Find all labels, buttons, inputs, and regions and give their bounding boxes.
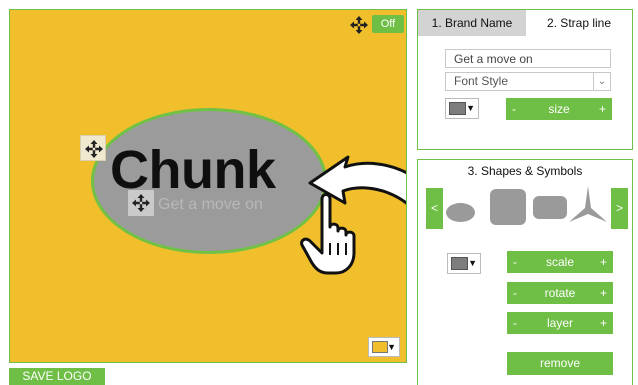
tab-brand-name[interactable]: 1. Brand Name (418, 10, 526, 36)
rotate-label: rotate (544, 286, 576, 300)
tab-strap-line[interactable]: 2. Strap line (526, 10, 632, 36)
move-arrows-icon (132, 194, 150, 212)
logo-canvas[interactable]: Off Chunk Get a move on ▼ (9, 9, 407, 363)
shapes-prev-button[interactable]: < (426, 188, 443, 229)
background-color-swatch (372, 341, 388, 353)
size-label: size (548, 102, 570, 116)
scale-increase-button[interactable]: + (600, 251, 607, 273)
size-decrease-button[interactable]: - (512, 98, 516, 120)
remove-shape-button[interactable]: remove (507, 352, 613, 375)
shape-option-three-point-star[interactable] (569, 186, 607, 226)
layer-increase-button[interactable]: + (600, 312, 607, 334)
caret-down-icon: ▼ (466, 103, 475, 113)
text-settings-panel: 1. Brand Name 2. Strap line Font Style ⌄… (417, 9, 633, 150)
shapes-panel-title: 3. Shapes & Symbols (467, 164, 583, 178)
move-arrows-icon (85, 140, 103, 158)
caret-down-icon: ▼ (468, 258, 477, 268)
logo-move-handle[interactable] (80, 135, 106, 161)
move-arrows-icon[interactable] (350, 16, 368, 34)
strap-line-input[interactable] (445, 49, 611, 68)
font-style-value: Font Style (454, 74, 509, 88)
layer-stepper: - layer + (507, 312, 613, 334)
hand-pointer-icon (300, 193, 356, 275)
shapes-symbols-panel: 3. Shapes & Symbols < > ▼ - scale + - ro… (417, 159, 633, 385)
chevron-down-icon: ⌄ (593, 73, 610, 90)
shape-toggle-off[interactable]: Off (372, 15, 404, 33)
size-stepper: - size + (506, 98, 612, 120)
rotate-increase-button[interactable]: + (600, 282, 607, 304)
rotate-stepper: - rotate + (507, 282, 613, 304)
strap-move-handle[interactable] (128, 190, 154, 216)
strap-line-text[interactable]: Get a move on (158, 195, 263, 215)
text-color-picker[interactable]: ▼ (445, 98, 479, 119)
shapes-next-button[interactable]: > (611, 188, 628, 229)
drag-hint-arrow-icon (300, 155, 406, 275)
text-color-swatch (449, 102, 466, 115)
shape-color-picker[interactable]: ▼ (447, 253, 481, 274)
scale-label: scale (545, 255, 574, 269)
save-logo-button[interactable]: SAVE LOGO (9, 368, 105, 385)
layer-decrease-button[interactable]: - (513, 312, 517, 334)
rotate-decrease-button[interactable]: - (513, 282, 517, 304)
font-style-select[interactable]: Font Style ⌄ (445, 72, 611, 91)
scale-stepper: - scale + (507, 251, 613, 273)
size-increase-button[interactable]: + (599, 98, 606, 120)
shape-option-rounded-rectangle[interactable] (533, 196, 567, 219)
scale-decrease-button[interactable]: - (513, 251, 517, 273)
caret-down-icon: ▼ (387, 342, 396, 352)
shape-option-rounded-square[interactable] (490, 189, 526, 225)
shape-color-swatch (451, 257, 468, 270)
layer-label: layer (546, 316, 573, 330)
background-color-picker[interactable]: ▼ (368, 337, 400, 357)
shape-option-ellipse[interactable] (446, 203, 475, 222)
